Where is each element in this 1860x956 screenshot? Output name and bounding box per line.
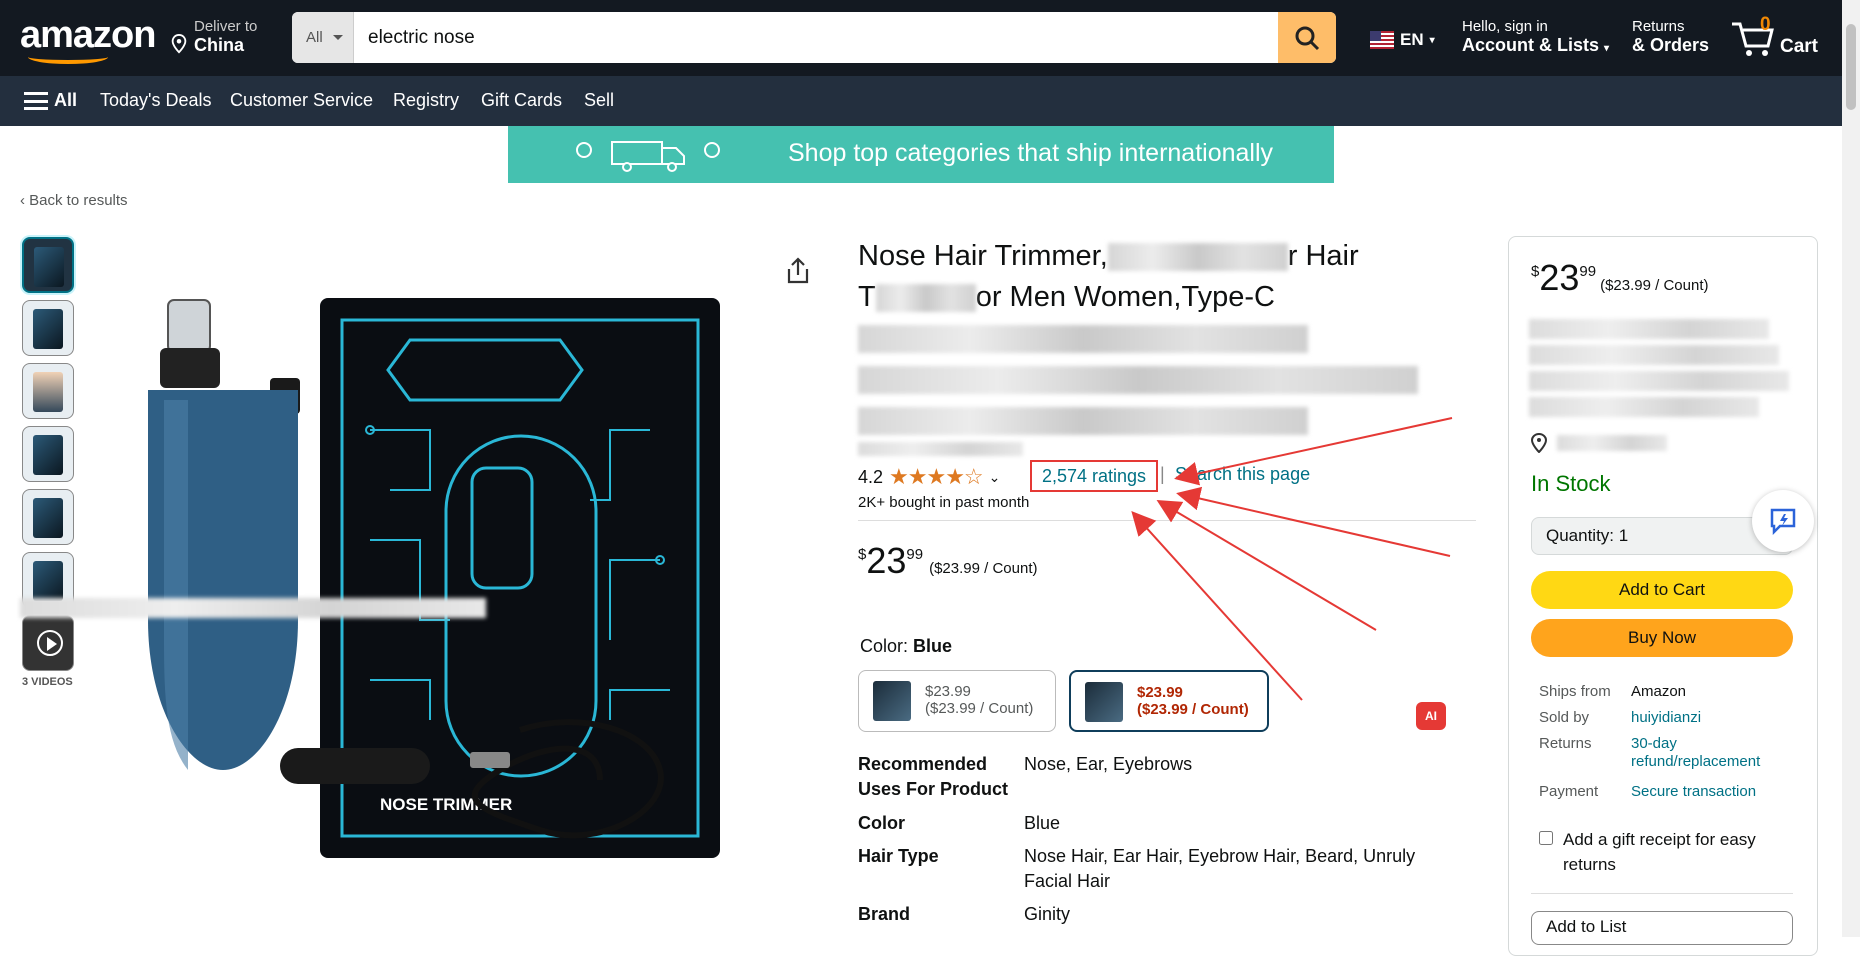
deliver-to[interactable]: Deliver to China — [170, 18, 257, 54]
add-to-cart-button[interactable]: Add to Cart — [1531, 571, 1793, 609]
chat-assistant-icon — [1770, 508, 1796, 536]
nav-todays-deals[interactable]: Today's Deals — [100, 90, 212, 111]
color-label: Color: Blue — [860, 636, 953, 656]
swatch-image — [873, 681, 911, 721]
gift-checkbox[interactable] — [1539, 831, 1553, 845]
blurred-text — [875, 284, 976, 313]
payment-link[interactable]: Secure transaction — [1631, 783, 1801, 801]
language-selector[interactable]: EN ▾ — [1370, 30, 1435, 50]
returns-label: Returns — [1632, 18, 1685, 35]
rating-value: 4.2 — [858, 466, 884, 487]
language-code: EN — [1400, 30, 1424, 49]
buy-box: $2399($23.99 / Count) In Stock Quantity:… — [1508, 236, 1818, 956]
shipping-truck-icon — [576, 141, 720, 172]
account-greeting: Hello, sign in — [1462, 18, 1548, 35]
image-thumbnails: 3 VIDEOS — [22, 237, 78, 688]
orders-label: & Orders — [1632, 35, 1710, 55]
search-this-page-link[interactable]: Search this page — [1175, 464, 1310, 485]
chevron-down-icon[interactable]: ⌄ — [989, 469, 1001, 486]
nav-gift-cards[interactable]: Gift Cards — [481, 90, 562, 111]
stock-status: In Stock — [1531, 471, 1611, 496]
nav-customer-service[interactable]: Customer Service — [230, 90, 373, 111]
star-rating-icon: ★★★★☆ — [889, 464, 984, 489]
floating-assistant-button[interactable] — [1752, 490, 1814, 552]
amazon-logo-smile — [28, 50, 108, 64]
search-bar: All — [292, 12, 1336, 63]
search-category-dropdown[interactable]: All — [292, 12, 354, 63]
location-pin-icon — [171, 34, 187, 54]
ai-icon[interactable]: AI — [1416, 702, 1446, 730]
divider — [858, 520, 1476, 521]
location-pin-icon — [1531, 433, 1547, 453]
color-swatch[interactable]: $23.99 ($23.99 / Count) — [858, 670, 1056, 732]
play-icon — [37, 630, 63, 656]
color-swatch-selected[interactable]: $23.99 ($23.99 / Count) — [1069, 670, 1269, 732]
seller-link[interactable]: huiyidianzi — [1631, 709, 1801, 727]
blurred-text — [1529, 397, 1759, 417]
thumbnail[interactable] — [22, 426, 74, 482]
rating-summary[interactable]: 4.2 ★★★★☆ ⌄ — [858, 464, 1000, 490]
us-flag-icon — [1370, 31, 1394, 49]
nav-all[interactable]: All — [54, 90, 77, 111]
product-title: Nose Hair Trimmer, r Hair Tor Men Women,T… — [858, 236, 1478, 441]
promo-banner[interactable]: Shop top categories that ship internatio… — [508, 126, 1334, 183]
chevron-down-icon: ▾ — [1429, 34, 1435, 46]
banner-text: Shop top categories that ship internatio… — [788, 139, 1274, 167]
blurred-text — [1107, 243, 1288, 272]
scrollbar[interactable] — [1842, 0, 1860, 937]
back-to-results-link[interactable]: ‹ Back to results — [20, 192, 128, 209]
divider — [1531, 893, 1793, 894]
scrollbar-thumb[interactable] — [1846, 24, 1856, 110]
separator: | — [1160, 464, 1165, 484]
top-bar: amazon Deliver to China All EN ▾ Hello, … — [0, 0, 1860, 76]
blurred-text — [1529, 371, 1789, 391]
search-input[interactable] — [354, 12, 1272, 63]
add-to-list-button[interactable]: Add to List — [1531, 911, 1793, 945]
thumbnail[interactable] — [22, 489, 74, 545]
buybox-price: $2399($23.99 / Count) — [1531, 257, 1709, 298]
share-icon[interactable] — [784, 256, 812, 286]
product-price: $2399($23.99 / Count) — [858, 540, 1038, 581]
blurred-text — [1529, 345, 1779, 365]
blurred-brand-link — [858, 442, 1023, 456]
search-button[interactable] — [1278, 12, 1336, 63]
thumbnail[interactable] — [22, 237, 74, 293]
nav-registry[interactable]: Registry — [393, 90, 459, 111]
hamburger-icon[interactable] — [24, 92, 48, 110]
search-icon — [1295, 26, 1320, 50]
thumbnail[interactable] — [22, 363, 74, 419]
gift-receipt-checkbox[interactable]: Add a gift receipt for easy returns — [1539, 827, 1809, 877]
swatch-image — [1085, 682, 1123, 722]
cart-button[interactable]: 0 Cart — [1730, 14, 1850, 64]
ratings-count-link[interactable]: 2,574 ratings — [1030, 460, 1158, 492]
blurred-text — [858, 366, 1418, 395]
buy-now-button[interactable]: Buy Now — [1531, 619, 1793, 657]
returns-orders[interactable]: Returns & Orders — [1632, 18, 1709, 54]
main-product-image[interactable]: NOSE TRIMMER — [80, 240, 832, 937]
nav-sell[interactable]: Sell — [584, 90, 614, 111]
returns-link[interactable]: 30-day refund/replacement — [1631, 735, 1801, 771]
nav-bar: All Today's Deals Customer Service Regis… — [0, 76, 1860, 126]
blurred-delivery-location — [1557, 435, 1667, 451]
cart-label: Cart — [1780, 36, 1819, 57]
blurred-text — [1529, 319, 1769, 339]
cart-count: 0 — [1760, 14, 1771, 35]
account-lists-label: Account & Lists ▾ — [1462, 35, 1610, 55]
thumbnail[interactable] — [22, 300, 74, 356]
account-lists[interactable]: Hello, sign in Account & Lists ▾ — [1462, 18, 1609, 58]
bought-count: 2K+ bought in past month — [858, 494, 1030, 511]
blurred-text — [858, 407, 1308, 436]
blurred-shipping-line — [20, 598, 486, 618]
blurred-text — [858, 325, 1308, 354]
videos-count-label: 3 VIDEOS — [22, 676, 73, 688]
video-thumbnail[interactable] — [22, 615, 74, 671]
